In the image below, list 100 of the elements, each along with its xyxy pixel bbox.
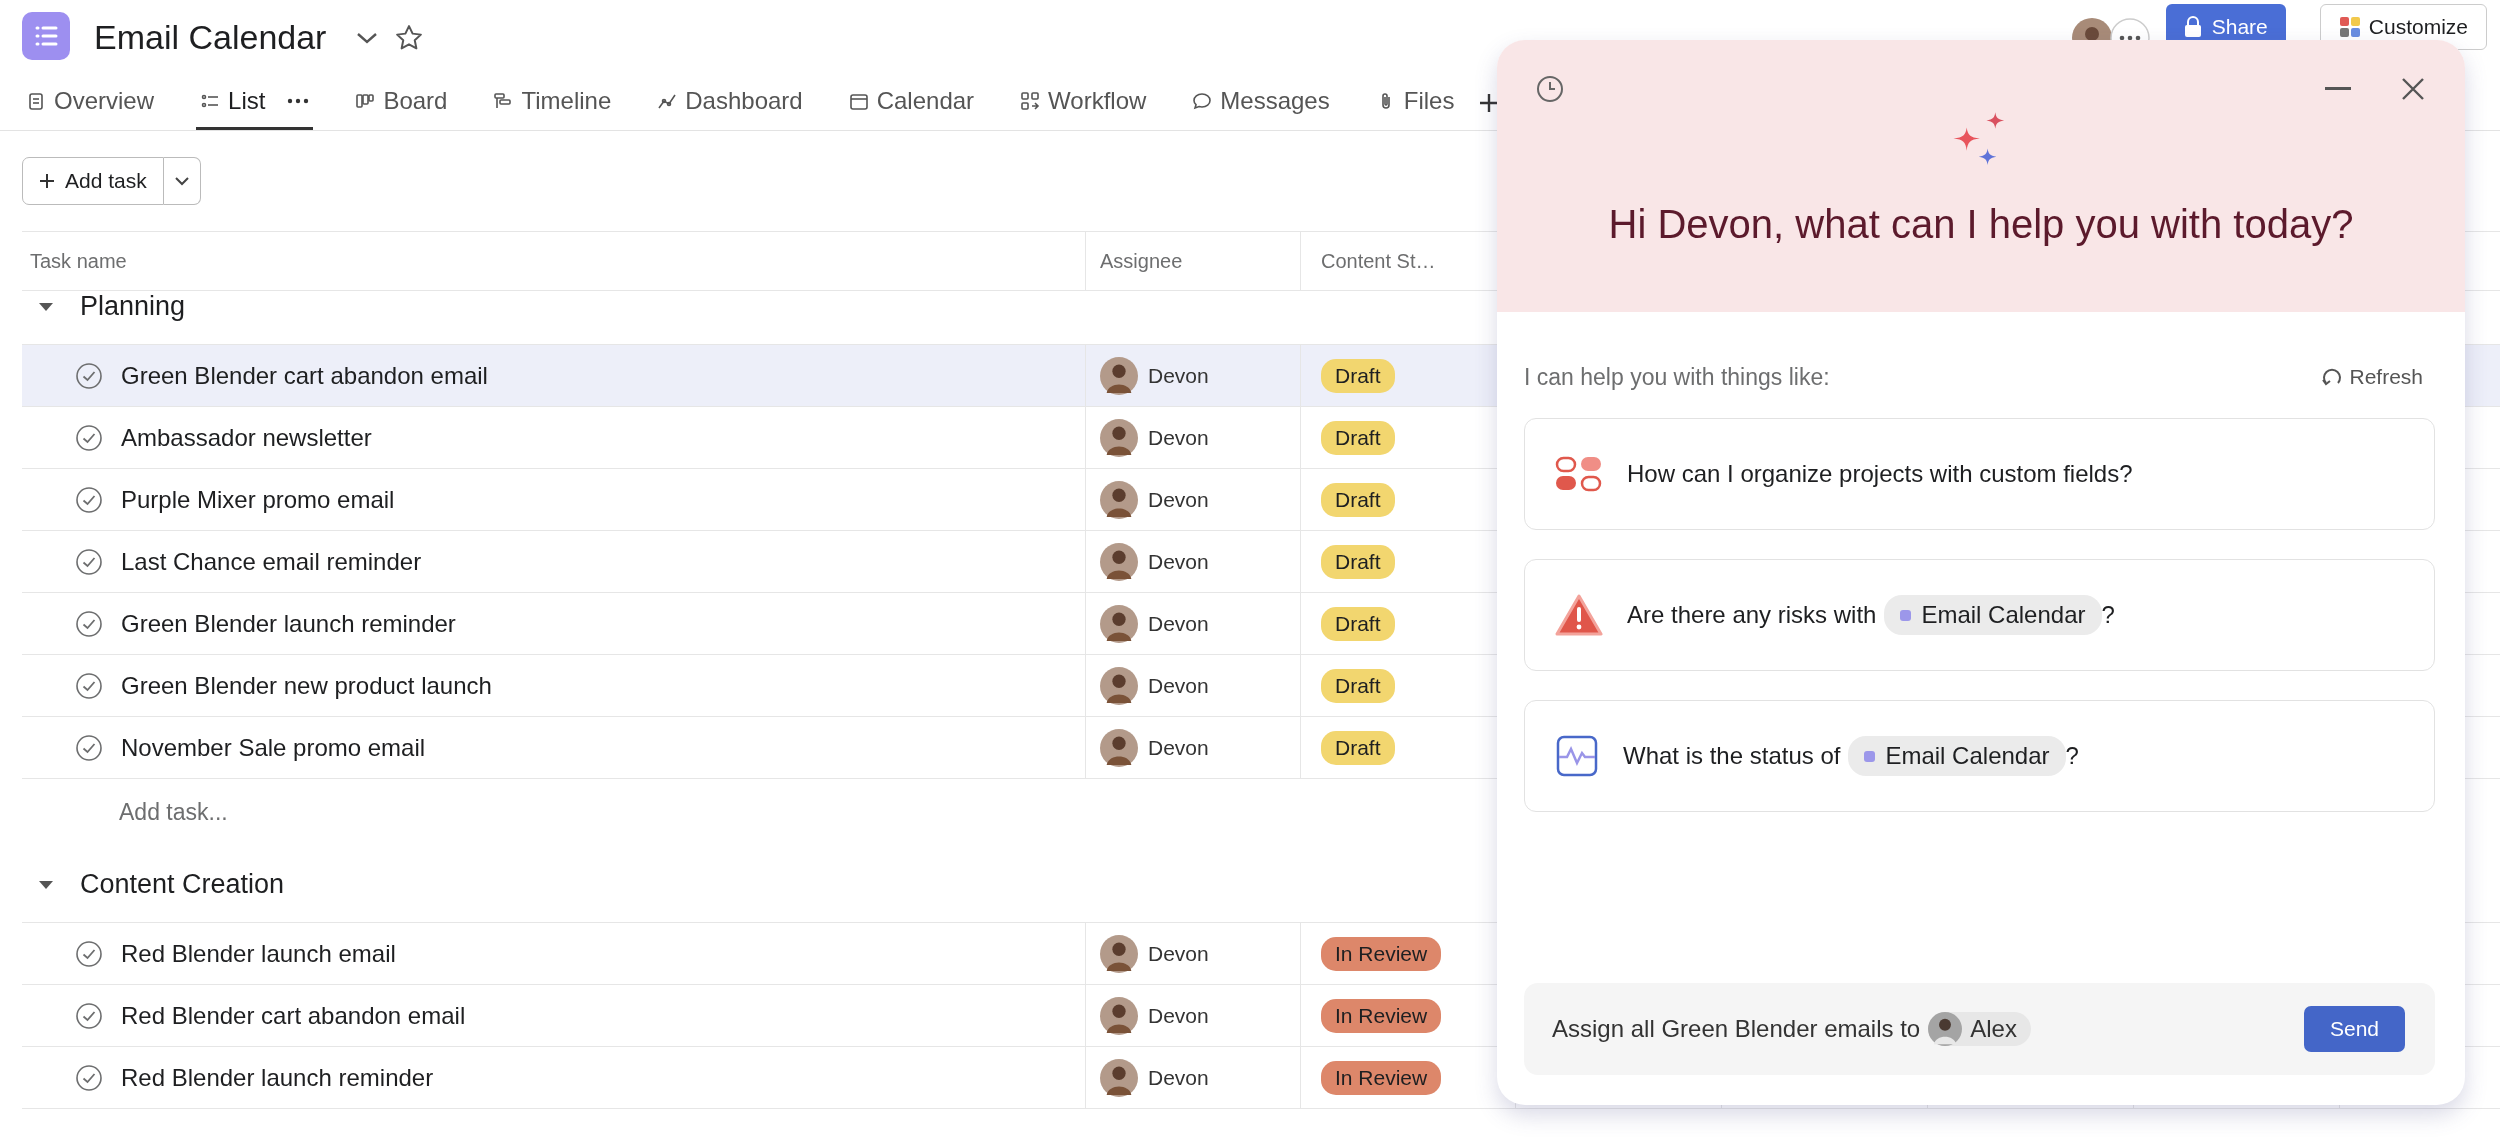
chevron-down-icon — [173, 176, 190, 186]
view-tab[interactable]: Workflow — [1016, 75, 1151, 130]
more-icon[interactable] — [287, 98, 310, 104]
chip-label: Email Calendar — [1885, 742, 2050, 770]
status-tag[interactable]: Draft — [1321, 668, 1395, 703]
chip-label: Email Calendar — [1921, 601, 2086, 629]
suggestion-card[interactable]: How can I organize projects with custom fields? — [1524, 418, 2435, 530]
calendar-icon — [848, 91, 869, 111]
workflow-icon — [1020, 91, 1041, 111]
task-name: Red Blender launch email — [121, 939, 396, 968]
assignee-name: Devon — [1148, 611, 1209, 636]
grid-icon — [2338, 16, 2361, 38]
pulse-icon — [1555, 734, 1599, 778]
avatar — [1100, 934, 1138, 973]
column-header[interactable]: Task name — [30, 249, 127, 273]
avatar — [1100, 418, 1138, 457]
refresh-button[interactable]: Refresh — [2315, 364, 2429, 390]
minimize-icon[interactable] — [2325, 87, 2351, 91]
section-title: Planning — [80, 291, 186, 322]
project-title: Email Calendar — [94, 18, 327, 57]
assignee-name: Devon — [1148, 549, 1209, 574]
assignee-name: Devon — [1148, 735, 1209, 760]
check-circle-icon[interactable] — [75, 733, 103, 762]
task-name: Last Chance email reminder — [121, 547, 422, 576]
send-button[interactable]: Send — [2303, 1006, 2405, 1052]
status-tag[interactable]: Draft — [1321, 482, 1395, 517]
messages-icon — [1192, 91, 1213, 111]
add-task-button[interactable]: Add task — [22, 157, 164, 205]
project-chip[interactable]: Email Calendar — [1848, 736, 2066, 776]
plus-icon — [39, 173, 55, 189]
assignee-name: Devon — [1148, 673, 1209, 698]
avatar — [1100, 728, 1138, 767]
prompt-field[interactable]: Assign all Green Blender emails to — [1552, 1015, 1921, 1043]
fields-icon — [1555, 456, 1603, 492]
status-tag[interactable]: In Review — [1321, 936, 1442, 971]
intro-text: I can help you with things like: — [1524, 363, 1830, 391]
timeline-icon — [493, 91, 514, 111]
status-tag[interactable]: Draft — [1321, 420, 1395, 455]
chevron-down-icon[interactable] — [356, 30, 379, 45]
section-title: Content Creation — [80, 869, 285, 900]
refresh-icon — [2321, 366, 2344, 388]
avatar — [1928, 1012, 1963, 1046]
task-name: Green Blender cart abandon email — [121, 361, 488, 390]
status-tag[interactable]: In Review — [1321, 1060, 1442, 1095]
status-tag[interactable]: Draft — [1321, 544, 1395, 579]
check-circle-icon[interactable] — [75, 1063, 103, 1092]
assignee-name: Devon — [1148, 487, 1209, 512]
assignee-name: Devon — [1148, 425, 1209, 450]
task-name: Green Blender launch reminder — [121, 609, 456, 638]
check-circle-icon[interactable] — [75, 939, 103, 968]
status-tag[interactable]: Draft — [1321, 606, 1395, 641]
check-circle-icon[interactable] — [75, 671, 103, 700]
avatar — [1100, 604, 1138, 643]
mention-name: Alex — [1970, 1015, 2017, 1043]
avatar — [1100, 356, 1138, 395]
board-icon — [355, 91, 376, 111]
view-tab[interactable]: Overview — [22, 75, 159, 130]
column-header[interactable]: Assignee — [1100, 249, 1183, 273]
view-tab[interactable]: Timeline — [489, 75, 616, 130]
status-tag[interactable]: Draft — [1321, 358, 1395, 393]
lock-icon — [2183, 16, 2202, 38]
assignee-name: Devon — [1148, 1065, 1209, 1090]
avatar — [1100, 542, 1138, 581]
status-tag[interactable]: Draft — [1321, 730, 1395, 765]
check-circle-icon[interactable] — [75, 423, 103, 452]
assignee-name: Devon — [1148, 1003, 1209, 1028]
task-name: November Sale promo email — [121, 733, 426, 762]
avatar — [1100, 996, 1138, 1035]
suggestion-card[interactable]: What is the status of Email Calendar ? — [1524, 700, 2435, 812]
view-tab[interactable]: Calendar — [844, 75, 979, 130]
task-name: Green Blender new product launch — [121, 671, 492, 700]
status-tag[interactable]: In Review — [1321, 998, 1442, 1033]
mention-chip[interactable]: Alex — [1928, 1012, 2031, 1046]
history-icon[interactable] — [1535, 74, 1565, 104]
greeting: Hi Devon, what can I help you with today? — [1608, 202, 2354, 247]
add-task-link[interactable]: Add task... — [119, 798, 228, 826]
check-circle-icon[interactable] — [75, 1001, 103, 1030]
overview-icon — [26, 91, 46, 111]
column-header[interactable]: Content St… — [1321, 249, 1436, 273]
avatar — [1100, 1058, 1138, 1097]
check-circle-icon[interactable] — [75, 609, 103, 638]
view-tab[interactable]: Messages — [1188, 75, 1334, 130]
check-circle-icon[interactable] — [75, 485, 103, 514]
assignee-name: Devon — [1148, 941, 1209, 966]
task-name: Ambassador newsletter — [121, 423, 372, 452]
view-tab[interactable]: List — [196, 75, 314, 130]
task-name: Purple Mixer promo email — [121, 485, 395, 514]
view-tab[interactable]: Board — [351, 75, 452, 130]
task-name: Red Blender cart abandon email — [121, 1001, 466, 1030]
project-chip[interactable]: Email Calendar — [1884, 595, 2102, 635]
close-icon[interactable] — [2401, 77, 2425, 101]
avatar — [1100, 480, 1138, 519]
check-circle-icon[interactable] — [75, 547, 103, 576]
view-tab[interactable]: Dashboard — [653, 75, 807, 130]
warning-icon — [1555, 593, 1603, 637]
suggestion-card[interactable]: Are there any risks with Email Calendar ? — [1524, 559, 2435, 671]
avatar — [1100, 666, 1138, 705]
view-tab[interactable]: Files — [1371, 75, 1459, 130]
check-circle-icon[interactable] — [75, 361, 103, 390]
task-name: Red Blender launch reminder — [121, 1063, 434, 1092]
